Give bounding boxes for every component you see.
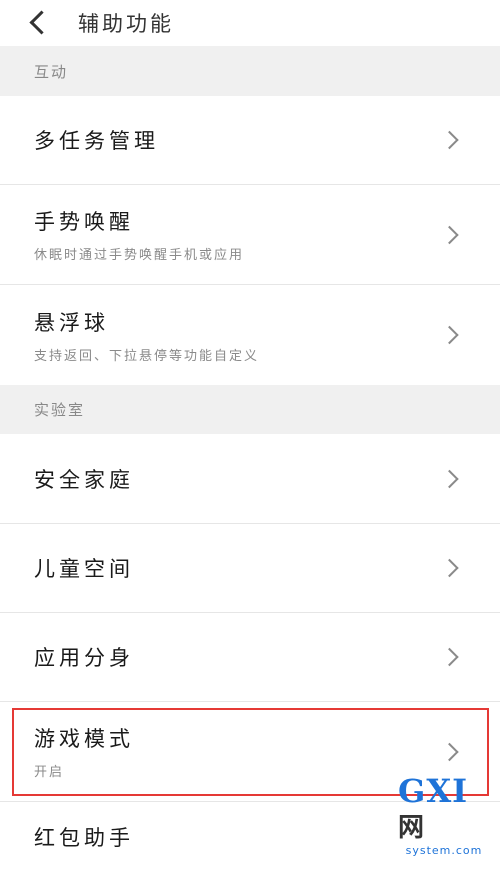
- back-arrow-icon[interactable]: [24, 6, 58, 40]
- floatball-subtitle: 支持返回、下拉悬停等功能自定义: [34, 348, 260, 364]
- list-item-kids-space[interactable]: 儿童空间: [0, 524, 500, 613]
- list-item-multitask[interactable]: 多任务管理: [0, 96, 500, 185]
- list-item-safe-home[interactable]: 安全家庭: [0, 434, 500, 524]
- floatball-label: 悬浮球: [34, 310, 109, 335]
- gesture-subtitle: 休眠时通过手势唤醒手机或应用: [34, 248, 245, 263]
- section-header-interaction: 互动: [0, 46, 500, 96]
- watermark-logo: GXI网 system.com: [398, 774, 490, 857]
- list-item-gesture-wake[interactable]: 手势唤醒 休眠时通过手势唤醒手机或应用: [0, 185, 500, 285]
- appclone-label: 应用分身: [34, 646, 134, 670]
- multitask-label: 多任务管理: [34, 129, 159, 153]
- gamemode-label: 游戏模式: [34, 727, 134, 751]
- gesture-label: 手势唤醒: [34, 210, 134, 234]
- watermark-text: GXI网: [398, 771, 469, 843]
- list-item-app-clone[interactable]: 应用分身: [0, 613, 500, 702]
- top-bar: 辅助功能: [0, 0, 500, 46]
- safehome-label: 安全家庭: [34, 467, 134, 492]
- kidspace-label: 儿童空间: [34, 557, 134, 581]
- section-header-lab: 实验室: [0, 385, 500, 434]
- list-item-float-ball[interactable]: 悬浮球 支持返回、下拉悬停等功能自定义: [0, 285, 500, 385]
- page-title: 辅助功能: [78, 12, 174, 36]
